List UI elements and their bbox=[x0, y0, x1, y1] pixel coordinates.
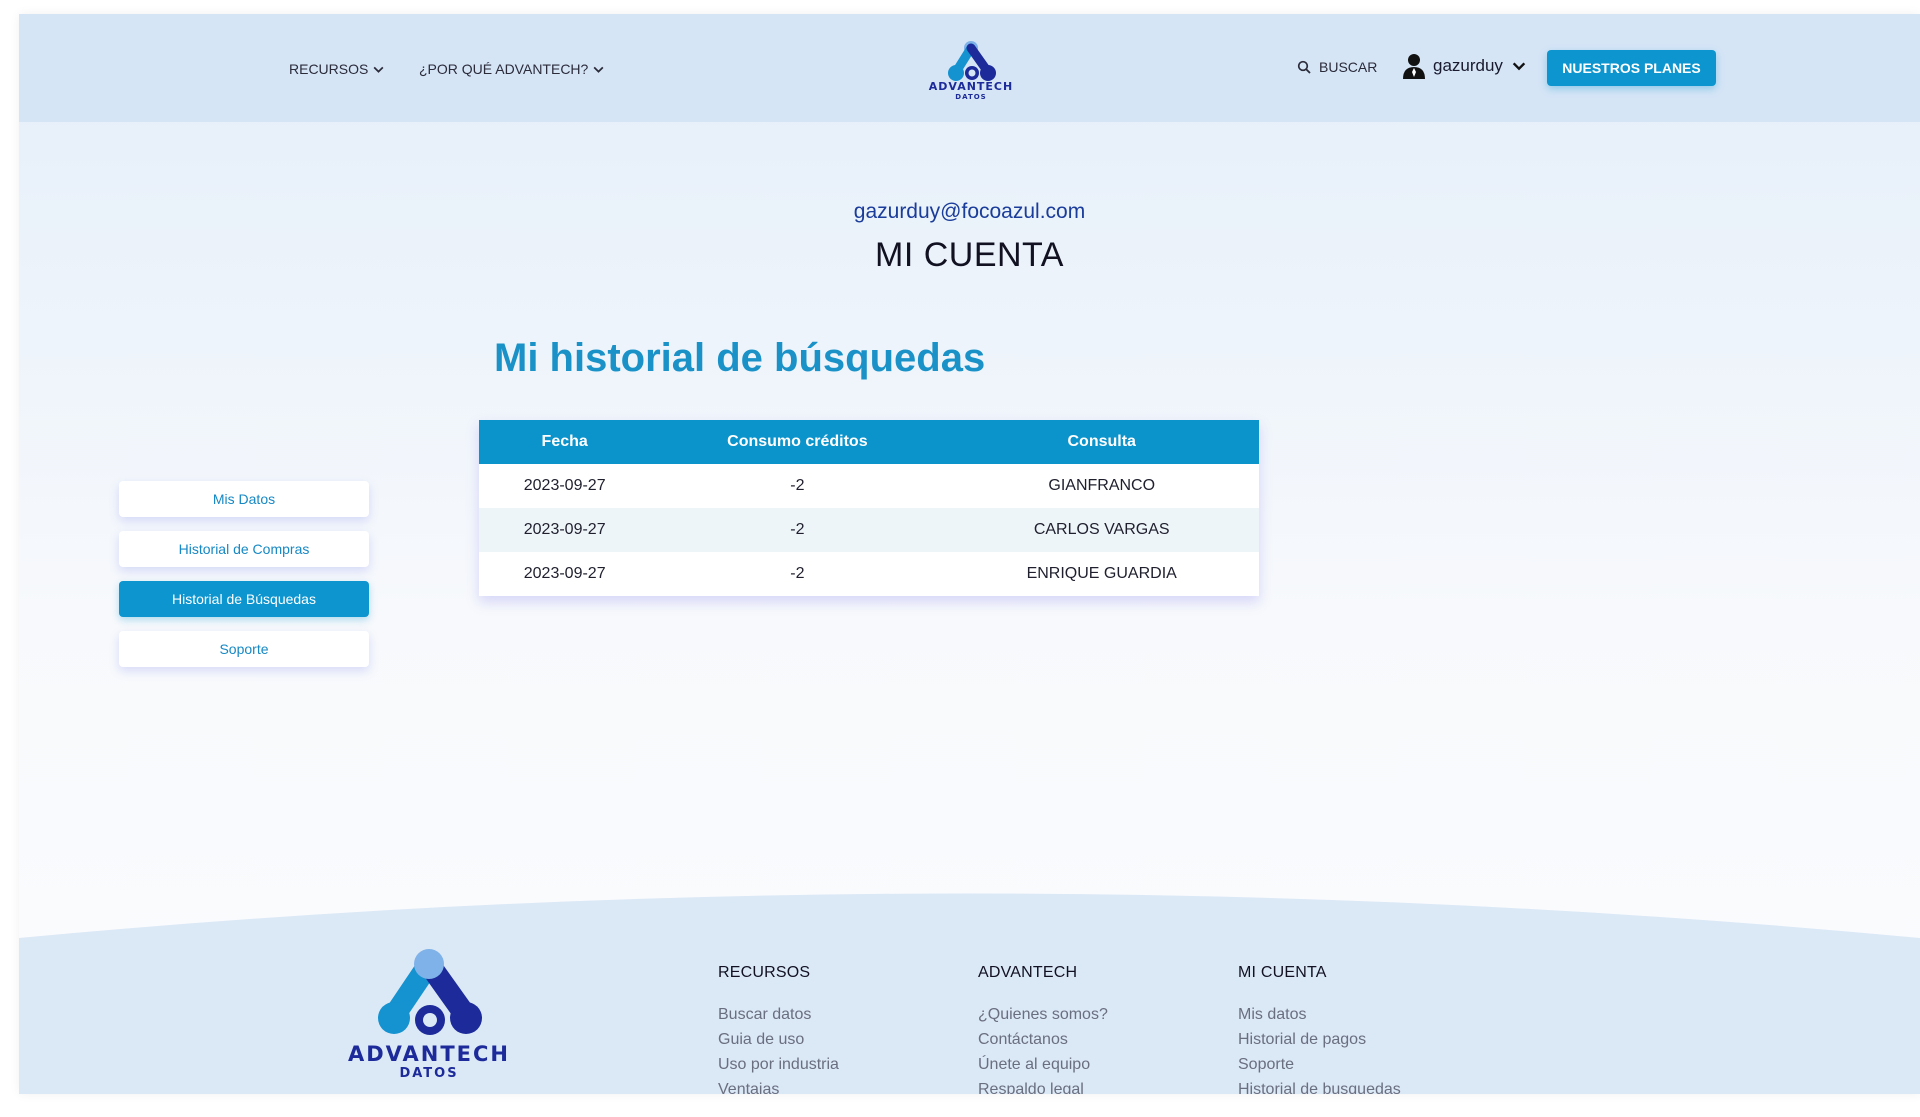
footer-column-title: ADVANTECH bbox=[978, 964, 1078, 981]
user-icon bbox=[1403, 54, 1425, 79]
footer-link[interactable]: Ventajas bbox=[718, 1081, 839, 1094]
user-name: gazurduy bbox=[1433, 56, 1503, 75]
footer-link[interactable]: Soporte bbox=[1238, 1056, 1401, 1081]
footer-link[interactable]: Respaldo legal bbox=[978, 1081, 1108, 1094]
footer-column-title: MI CUENTA bbox=[1238, 964, 1327, 981]
footer-link[interactable]: Uso por industria bbox=[718, 1056, 839, 1081]
cell-consulta: ENRIQUE GUARDIA bbox=[944, 552, 1259, 596]
cell-fecha: 2023-09-27 bbox=[479, 464, 651, 508]
footer-link[interactable]: Mis datos bbox=[1238, 1006, 1401, 1031]
footer-logo-icon: ADVANTECH DATOS bbox=[348, 949, 510, 1079]
column-header-fecha: Fecha bbox=[479, 420, 651, 464]
table-row: 2023-09-27 -2 GIANFRANCO bbox=[479, 464, 1259, 508]
user-menu[interactable]: gazurduy bbox=[1403, 53, 1527, 79]
footer-link[interactable]: Guia de uso bbox=[718, 1031, 839, 1056]
section-title: Mi historial de búsquedas bbox=[494, 336, 986, 380]
cell-consumo: -2 bbox=[650, 552, 945, 596]
nav-recursos-label: RECURSOS bbox=[289, 61, 369, 77]
table-header-row: Fecha Consumo créditos Consulta bbox=[479, 420, 1259, 464]
column-header-consulta: Consulta bbox=[944, 420, 1259, 464]
account-email: gazurduy@focoazul.com bbox=[853, 200, 1086, 223]
cell-consumo: -2 bbox=[650, 464, 945, 508]
table-row: 2023-09-27 -2 ENRIQUE GUARDIA bbox=[479, 552, 1259, 596]
history-table: Fecha Consumo créditos Consulta 2023-09-… bbox=[479, 420, 1259, 596]
nuestros-planes-button[interactable]: NUESTROS PLANES bbox=[1547, 50, 1716, 86]
footer-link[interactable]: Historial de busquedas bbox=[1238, 1081, 1401, 1094]
footer-column-recursos: RECURSOS Buscar datos Guia de uso Uso po… bbox=[718, 964, 839, 1094]
logo-icon[interactable]: ADVANTECH DATOS bbox=[926, 32, 1016, 102]
search-icon bbox=[1297, 60, 1311, 74]
chevron-down-icon bbox=[593, 66, 604, 73]
footer-link[interactable]: Contáctanos bbox=[978, 1031, 1108, 1056]
logo-sub-text: DATOS bbox=[955, 93, 986, 101]
logo-brand-text: ADVANTECH bbox=[929, 80, 1013, 93]
top-header: RECURSOS ¿POR QUÉ ADVANTECH? ADVANTECH D… bbox=[19, 14, 1920, 122]
footer-column-title: RECURSOS bbox=[718, 964, 811, 981]
footer-link[interactable]: Buscar datos bbox=[718, 1006, 839, 1031]
footer-link[interactable]: Únete al equipo bbox=[978, 1056, 1108, 1081]
footer-link[interactable]: Historial de pagos bbox=[1238, 1031, 1401, 1056]
page: RECURSOS ¿POR QUÉ ADVANTECH? ADVANTECH D… bbox=[19, 14, 1920, 1094]
cell-consulta: GIANFRANCO bbox=[944, 464, 1259, 508]
search-label: BUSCAR bbox=[1319, 59, 1378, 75]
nav-recursos[interactable]: RECURSOS bbox=[289, 61, 385, 77]
footer-link[interactable]: ¿Quienes somos? bbox=[978, 1006, 1108, 1031]
nav-por-que-label: ¿POR QUÉ ADVANTECH? bbox=[419, 61, 589, 77]
cell-consulta: CARLOS VARGAS bbox=[944, 508, 1259, 552]
table-row: 2023-09-27 -2 CARLOS VARGAS bbox=[479, 508, 1259, 552]
sidebar-item-mis-datos[interactable]: Mis Datos bbox=[119, 481, 369, 517]
footer-column-advantech: ADVANTECH ¿Quienes somos? Contáctanos Ún… bbox=[978, 964, 1108, 1094]
nav-por-que-advantech[interactable]: ¿POR QUÉ ADVANTECH? bbox=[419, 61, 605, 77]
footer-column-mi-cuenta: MI CUENTA Mis datos Historial de pagos S… bbox=[1238, 964, 1401, 1094]
chevron-down-icon bbox=[1512, 62, 1526, 71]
column-header-consumo: Consumo créditos bbox=[650, 420, 945, 464]
footer-logo-sub: DATOS bbox=[399, 1066, 458, 1079]
sidebar-item-historial-busquedas[interactable]: Historial de Búsquedas bbox=[119, 581, 369, 617]
sidebar-item-soporte[interactable]: Soporte bbox=[119, 631, 369, 667]
footer-logo-brand: ADVANTECH bbox=[348, 1042, 510, 1066]
sidebar-item-historial-compras[interactable]: Historial de Compras bbox=[119, 531, 369, 567]
cell-consumo: -2 bbox=[650, 508, 945, 552]
search-link[interactable]: BUSCAR bbox=[1297, 59, 1377, 75]
chevron-down-icon bbox=[373, 66, 384, 73]
page-title: MI CUENTA bbox=[875, 236, 1064, 274]
footer-background bbox=[19, 893, 1920, 1094]
cell-fecha: 2023-09-27 bbox=[479, 508, 651, 552]
cell-fecha: 2023-09-27 bbox=[479, 552, 651, 596]
